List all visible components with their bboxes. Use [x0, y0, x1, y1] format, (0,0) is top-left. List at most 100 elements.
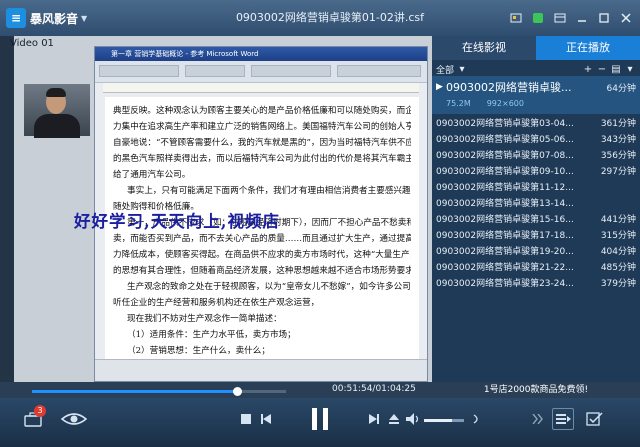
item-duration: 64分钟 — [606, 83, 636, 94]
item-duration: 441分钟 — [600, 214, 636, 225]
playlist-filter[interactable]: 全部 — [436, 63, 454, 76]
item-title: 0903002网络营销卓骏... — [446, 81, 572, 94]
add-icon[interactable]: + — [582, 64, 594, 75]
app-name: 暴风影音 — [30, 11, 79, 26]
video-watermark: 好好学习,天天向上,视频店 — [74, 212, 280, 231]
close-icon[interactable] — [618, 10, 634, 26]
item-title: 0903002网络营销卓骏第11-12... — [436, 182, 574, 193]
seek-bar-fill — [32, 390, 237, 393]
playlist-item[interactable]: 0903002网络营销卓骏第21-22... 485分钟 — [432, 258, 640, 274]
word-title: 第一章 营销学基础概论 - 参考 Microsoft Word — [95, 47, 427, 61]
prev-icon[interactable] — [258, 410, 274, 428]
item-duration: 356分钟 — [600, 150, 636, 161]
item-duration: 297分钟 — [600, 166, 636, 177]
doc-line: 给了通用汽车公司。 — [113, 170, 191, 180]
word-toolbar-group — [337, 65, 421, 77]
doc-line: 力集中在追求高生产率和建立广泛的销售网络上。美国福特汽车公司的创始人亨利·福特曾 — [113, 122, 411, 132]
playlist: ▶ 0903002网络营销卓骏... 64分钟 75.2M 992×600 09… — [432, 76, 640, 290]
playlist-item-current[interactable]: ▶ 0903002网络营销卓骏... 64分钟 75.2M 992×600 — [432, 76, 640, 114]
doc-line: 的黑色汽车照样卖得出去，而以后福特汽车公司为此付出的代价是将其汽车霸主地位拱手让 — [113, 154, 411, 164]
playlist-icon[interactable] — [552, 408, 574, 430]
panel-tabs: 在线影视 正在播放 — [432, 36, 640, 60]
playlist-item[interactable]: 0903002网络营销卓骏第17-18... 315分钟 — [432, 226, 640, 242]
collapse-panel-icon[interactable] — [530, 410, 546, 428]
item-title: 0903002网络营销卓骏第15-16... — [436, 214, 574, 225]
tab-online-video[interactable]: 在线影视 — [432, 36, 536, 60]
volume-icon[interactable] — [404, 410, 422, 428]
playlist-item[interactable]: 0903002网络营销卓骏第19-20... 404分钟 — [432, 242, 640, 258]
volume-slider[interactable] — [424, 419, 464, 422]
current-item-meta: 75.2M 992×600 — [436, 96, 636, 110]
app-menu[interactable]: ≡ 暴风影音 ▼ — [6, 0, 87, 36]
doc-line: 力降低成本，使顾客买得起。在商品供不应求的卖方市场时代，这种“大量生产，降低价格… — [113, 250, 411, 260]
player-window: ≡ 暴风影音 ▼ 0903002网络营销卓骏第01-02讲.csf 第一章 营销… — [0, 0, 640, 447]
more-icon[interactable]: ▾ — [624, 64, 636, 75]
seek-bar[interactable] — [32, 387, 286, 396]
playlist-item[interactable]: 0903002网络营销卓骏第09-10... 297分钟 — [432, 162, 640, 178]
lecturer-webcam — [24, 84, 90, 138]
playlist-item[interactable]: 0903002网络营销卓骏第13-14... — [432, 194, 640, 210]
next-icon[interactable] — [366, 410, 382, 428]
item-size: 75.2M — [446, 98, 471, 108]
playlist-item[interactable]: 0903002网络营销卓骏第07-08... 356分钟 — [432, 146, 640, 162]
remove-icon[interactable]: − — [596, 64, 608, 75]
word-ruler — [103, 83, 419, 93]
doc-line: （2）营销思想：生产什么，卖什么； — [127, 346, 270, 356]
settings-icon[interactable] — [584, 408, 606, 430]
playlist-item[interactable]: 0903002网络营销卓骏第11-12... — [432, 178, 640, 194]
promo-link[interactable]: 1号店2000款商品免费领! — [432, 382, 640, 398]
title-bar[interactable]: ≡ 暴风影音 ▼ 0903002网络营销卓骏第01-02讲.csf — [0, 0, 640, 36]
control-bar — [0, 398, 640, 447]
word-status-bar — [95, 359, 427, 381]
lecturer-hair — [46, 88, 66, 97]
playlist-item[interactable]: 0903002网络营销卓骏第03-04... 361分钟 — [432, 114, 640, 130]
item-duration: 379分钟 — [600, 278, 636, 289]
playlist-item[interactable]: 0903002网络营销卓骏第23-24... 379分钟 — [432, 274, 640, 290]
color-icon[interactable] — [530, 10, 546, 26]
doc-line: 听任企业的生产经营和服务机构还在依生产观念运营， — [113, 298, 320, 308]
doc-line: 生产观念的致命之处在于轻视顾客，以为“皇帝女儿不愁嫁”，如今许多公司事业，若 — [127, 282, 411, 292]
seek-handle[interactable] — [232, 387, 242, 396]
doc-line: 现在我们不妨对生产观念作一简单描述： — [127, 314, 282, 324]
item-duration: 361分钟 — [600, 118, 636, 129]
item-title: 0903002网络营销卓骏第17-18... — [436, 230, 574, 241]
item-title: 0903002网络营销卓骏第21-22... — [436, 262, 574, 273]
doc-line: 的思想有其合理性，但随着商品经济发展，这种思想越来越不适合市场形势要求。 — [113, 266, 411, 276]
eject-icon[interactable] — [386, 410, 402, 428]
minimize-icon[interactable] — [574, 10, 590, 26]
pause-icon[interactable] — [300, 402, 340, 436]
chevron-down-icon: ▼ — [81, 13, 88, 23]
video-label: Video 01 — [10, 38, 54, 49]
eye-icon[interactable] — [60, 408, 88, 430]
stop-icon[interactable] — [238, 410, 254, 428]
word-toolbar-group — [185, 65, 245, 77]
doc-line: （1）适用条件：生产力水平低，卖方市场； — [127, 330, 296, 340]
playing-icon: ▶ — [436, 82, 443, 92]
item-resolution: 992×600 — [486, 98, 524, 108]
item-duration: 315分钟 — [600, 230, 636, 241]
item-title: 0903002网络营销卓骏第13-14... — [436, 198, 574, 209]
time-readout: 00:51:54/01:04:25 — [332, 384, 416, 394]
word-toolbar-group — [251, 65, 331, 77]
playlist-toolbar: 全部 ▾ + − ▤ ▾ — [432, 62, 640, 76]
doc-line: 事实上，只有可能满足下面两个条件，我们才有理由相信消费者主要感兴趣的是产品可 — [127, 186, 411, 196]
current-item-main: ▶ 0903002网络营销卓骏... 64分钟 — [436, 78, 636, 96]
chevron-down-icon[interactable]: ▾ — [456, 64, 468, 75]
skin-icon[interactable] — [508, 10, 524, 26]
file-title: 0903002网络营销卓骏第01-02讲.csf — [235, 11, 425, 24]
delete-icon[interactable]: ▤ — [610, 64, 622, 75]
word-toolbar — [95, 61, 427, 83]
speaker-high-icon — [470, 410, 484, 428]
item-title: 0903002网络营销卓骏第03-04... — [436, 118, 574, 129]
app-logo-icon: ≡ — [6, 8, 26, 28]
playlist-item[interactable]: 0903002网络营销卓骏第15-16... 441分钟 — [432, 210, 640, 226]
maximize-icon[interactable] — [596, 10, 612, 26]
tab-now-playing[interactable]: 正在播放 — [536, 36, 640, 60]
playlist-item[interactable]: 0903002网络营销卓骏第05-06... 343分钟 — [432, 130, 640, 146]
item-title: 0903002网络营销卓骏第07-08... — [436, 150, 574, 161]
item-title: 0903002网络营销卓骏第19-20... — [436, 246, 574, 257]
mini-mode-icon[interactable] — [552, 10, 568, 26]
doc-line: 自豪地说：“不管顾客需要什么，我的汽车就是黑的”，因为当时福特汽车供不应求，满一… — [113, 138, 411, 148]
doc-line: 典型反映。这种观念认为顾客主要关心的是产品价格低廉和可以随处购买，而企业则把注意 — [113, 106, 411, 116]
item-title: 0903002网络营销卓骏第23-24... — [436, 278, 574, 289]
